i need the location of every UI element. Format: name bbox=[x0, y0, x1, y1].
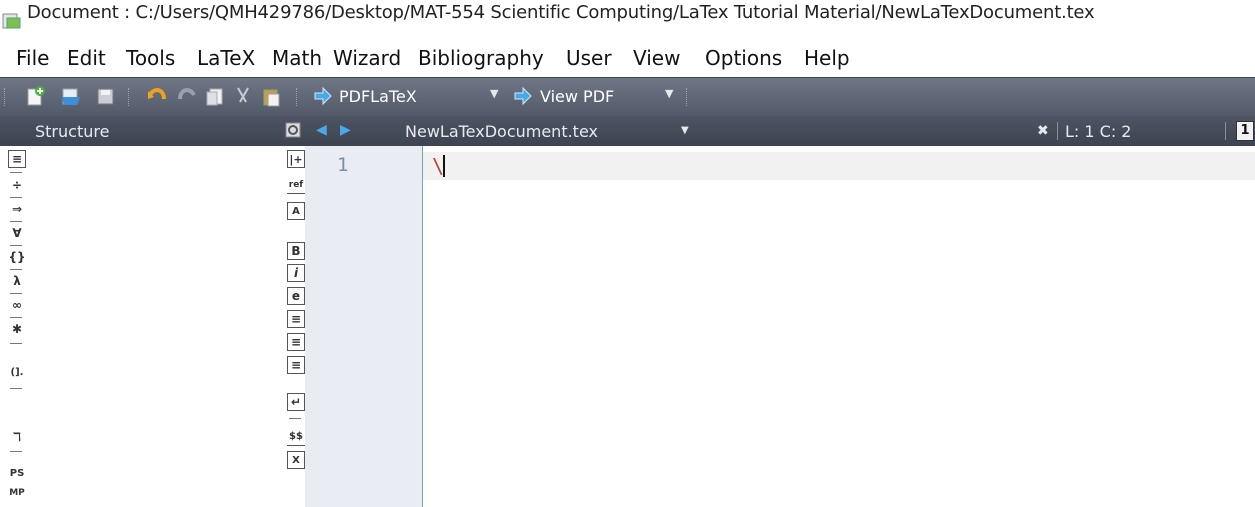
panel-header-bar: Structure ◀ ▶ NewLaTexDocument.tex ▼ ✖ L… bbox=[0, 116, 1255, 146]
sidebar-separator bbox=[10, 293, 22, 294]
redo-icon[interactable] bbox=[176, 85, 198, 107]
sidebar-separator bbox=[10, 451, 22, 452]
sidebar-separator bbox=[10, 245, 22, 246]
bold-icon[interactable]: B bbox=[287, 242, 305, 260]
undo-icon[interactable] bbox=[146, 85, 168, 107]
arrow-symbols-icon[interactable]: ⇒ bbox=[8, 200, 26, 218]
pstricks-icon[interactable]: PS bbox=[8, 464, 26, 482]
infinity-symbols-icon[interactable]: ∞ bbox=[8, 296, 26, 314]
sidebar-separator bbox=[10, 172, 22, 173]
misc-symbols-icon[interactable]: ∀ bbox=[8, 224, 26, 242]
sidebar-separator bbox=[10, 221, 22, 222]
toolbar-separator bbox=[296, 88, 299, 106]
header-divider bbox=[1057, 122, 1058, 140]
menu-file[interactable]: File bbox=[16, 46, 49, 70]
relation-symbols-icon[interactable]: ÷ bbox=[8, 176, 26, 194]
switch-file-icon[interactable] bbox=[285, 122, 301, 138]
menu-tools[interactable]: Tools bbox=[126, 46, 175, 70]
window-title: Document : C:/Users/QMH429786/Desktop/MA… bbox=[27, 2, 1095, 23]
cursor-position: L: 1 C: 2 bbox=[1065, 122, 1132, 141]
font-size-icon[interactable]: A bbox=[287, 202, 305, 220]
menu-options[interactable]: Options bbox=[705, 46, 782, 70]
brackets-icon[interactable]: (]. bbox=[8, 363, 26, 381]
cut-icon[interactable] bbox=[232, 85, 254, 107]
save-icon[interactable] bbox=[94, 85, 116, 107]
new-line-icon[interactable]: ↵ bbox=[287, 393, 305, 411]
texmaker-app-icon bbox=[2, 13, 21, 29]
new-file-icon[interactable] bbox=[25, 85, 47, 107]
reference-icon[interactable]: ref bbox=[287, 176, 305, 194]
pane-indicator[interactable]: 1 bbox=[1236, 121, 1254, 141]
close-document-icon[interactable]: ✖ bbox=[1037, 123, 1049, 139]
view-arrow-icon[interactable] bbox=[512, 85, 534, 107]
sidebar-structure-icon[interactable]: ≡ bbox=[8, 150, 26, 168]
align-left-icon[interactable]: ≡ bbox=[287, 310, 305, 328]
view-pdf-label[interactable]: View PDF bbox=[540, 87, 614, 106]
menu-bibliography[interactable]: Bibliography bbox=[418, 46, 544, 70]
symbol-sidebar: ≡ ÷ ⇒ ∀ {} λ ∞ ✱ (]. ℸ PS MP bbox=[8, 146, 30, 507]
sidebar-separator bbox=[10, 343, 22, 344]
sidebar-separator bbox=[10, 269, 22, 270]
emphasis-icon[interactable]: e bbox=[287, 287, 305, 305]
sidebar-separator bbox=[10, 317, 22, 318]
greek-letters-icon[interactable]: λ bbox=[8, 272, 26, 290]
line-number-gutter bbox=[305, 146, 423, 507]
open-file-icon[interactable] bbox=[60, 85, 82, 107]
copy-icon[interactable] bbox=[204, 85, 226, 107]
chevron-down-icon[interactable]: ▼ bbox=[681, 125, 689, 136]
chevron-down-icon[interactable]: ▼ bbox=[490, 87, 498, 100]
menu-math[interactable]: Math bbox=[272, 46, 322, 70]
code-editor[interactable]: \ bbox=[423, 146, 1255, 507]
user-symbols-icon[interactable]: ℸ bbox=[8, 428, 26, 446]
italic-icon[interactable]: i bbox=[287, 264, 305, 282]
chevron-down-icon[interactable]: ▼ bbox=[665, 87, 673, 100]
subscript-icon[interactable]: X bbox=[287, 451, 305, 469]
sidebar-separator bbox=[289, 418, 301, 419]
structure-panel bbox=[0, 146, 283, 507]
text-cursor bbox=[443, 155, 445, 177]
menu-help[interactable]: Help bbox=[804, 46, 850, 70]
toolbar-grip bbox=[4, 88, 7, 106]
display-math-icon[interactable]: $$ bbox=[287, 428, 305, 446]
menu-bar: File Edit Tools LaTeX Math Wizard Biblio… bbox=[0, 38, 1255, 76]
previous-document-icon[interactable]: ◀ bbox=[316, 122, 327, 138]
document-tab[interactable]: NewLaTexDocument.tex bbox=[405, 122, 598, 141]
menu-wizard[interactable]: Wizard bbox=[333, 46, 401, 70]
compile-arrow-icon[interactable] bbox=[312, 85, 334, 107]
menu-edit[interactable]: Edit bbox=[67, 46, 106, 70]
menu-view[interactable]: View bbox=[633, 46, 680, 70]
insert-label-icon[interactable]: |+ bbox=[287, 150, 305, 168]
next-document-icon[interactable]: ▶ bbox=[340, 122, 351, 138]
align-right-icon[interactable]: ≡ bbox=[287, 356, 305, 374]
compile-mode-label[interactable]: PDFLaTeX bbox=[339, 87, 417, 106]
metapost-icon[interactable]: MP bbox=[8, 484, 26, 502]
title-bar: Document : C:/Users/QMH429786/Desktop/MA… bbox=[0, 0, 1255, 38]
structure-title: Structure bbox=[35, 122, 110, 141]
toolbar-separator bbox=[128, 88, 131, 106]
line-number: 1 bbox=[337, 154, 349, 176]
header-divider bbox=[1225, 122, 1226, 140]
main-toolbar: PDFLaTeX ▼ View PDF ▼ bbox=[0, 77, 1255, 117]
operators-icon[interactable]: ✱ bbox=[8, 320, 26, 338]
menu-latex[interactable]: LaTeX bbox=[197, 46, 255, 70]
current-line-highlight bbox=[423, 152, 1255, 180]
sidebar-separator bbox=[10, 197, 22, 198]
align-center-icon[interactable]: ≡ bbox=[287, 333, 305, 351]
menu-user[interactable]: User bbox=[566, 46, 612, 70]
delimiters-icon[interactable]: {} bbox=[8, 248, 26, 266]
toolbar-separator bbox=[686, 88, 689, 106]
formatting-sidebar: |+ ref A B i e ≡ ≡ ≡ ↵ $$ X bbox=[283, 146, 305, 507]
paste-icon[interactable] bbox=[260, 85, 282, 107]
sidebar-separator bbox=[10, 388, 22, 389]
